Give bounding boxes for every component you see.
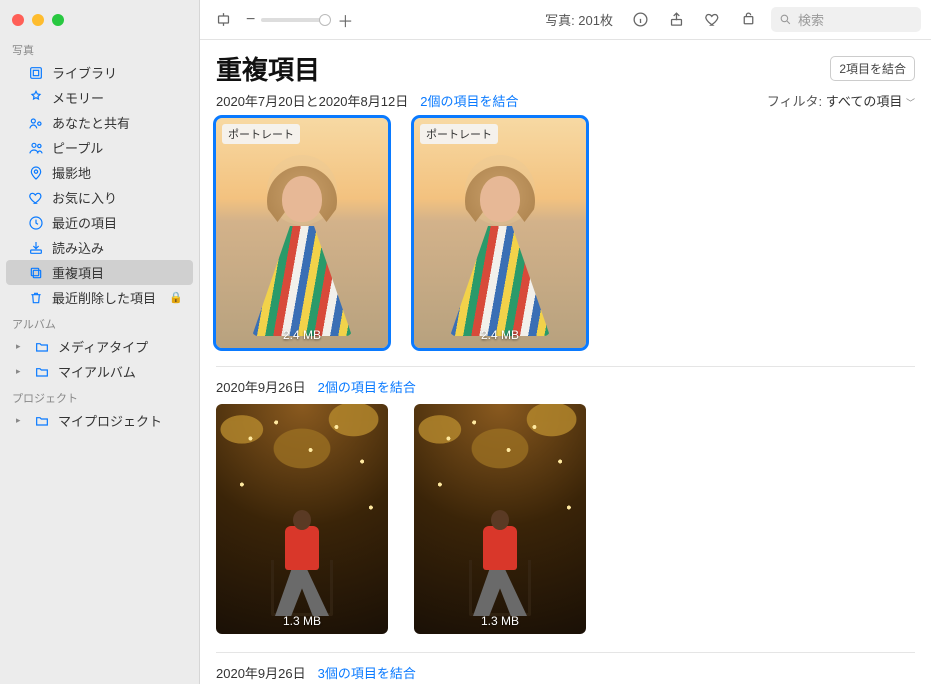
photo-thumbnail[interactable]: 1.3 MB [216,404,388,634]
merge-group-link[interactable]: 2個の項目を結合 [420,91,518,110]
content-area: 重複項目 2項目を結合 2020年7月20日と2020年8月12日 2個の項目を結… [200,40,931,684]
photo-size: 2.4 MB [283,328,321,342]
sidebar-item-label: あなたと共有 [52,113,183,132]
photo-badge: ポートレート [222,124,300,144]
group-date-range: 2020年9月26日 [216,377,306,396]
info-icon[interactable] [627,7,653,33]
photo-thumbnail[interactable]: 1.3 MB [414,404,586,634]
zoom-slider[interactable]: − ＋ [246,8,353,32]
shared-icon [28,115,44,131]
photo-size: 2.4 MB [481,328,519,342]
sidebar-item-folder[interactable]: ▸ マイプロジェクト [6,408,193,433]
group-header: 2020年9月26日 3個の項目を結合 [216,663,915,682]
search-placeholder: 検索 [798,10,824,29]
merge-all-button[interactable]: 2項目を結合 [830,56,915,81]
zoom-minus[interactable]: − [246,11,255,29]
zoom-plus[interactable]: ＋ [337,8,353,32]
sidebar-section-label: 写真 [0,36,199,60]
divider [216,652,915,653]
lock-icon: 🔒 [169,291,183,304]
filter-control[interactable]: フィルタ: すべての項目 ﹀ [767,91,915,110]
photo-thumbnail[interactable]: ポートレート 2.4 MB [414,118,586,348]
chevron-right-icon: ▸ [16,415,26,426]
sidebar-item-label: 撮影地 [52,163,183,182]
import-icon [28,240,44,256]
group-date-range: 2020年7月20日と2020年8月12日 [216,91,408,110]
people-icon [28,140,44,156]
recent-icon [28,215,44,231]
memories-icon [28,90,44,106]
favorite-icon[interactable] [699,7,725,33]
sidebar-item-places[interactable]: 撮影地 [6,160,193,185]
sidebar-item-people[interactable]: ピープル [6,135,193,160]
sidebar-item-label: 読み込み [52,238,183,257]
sidebar-item-label: 重複項目 [52,263,183,282]
sidebar-item-label: ピープル [52,138,183,157]
duplicate-icon [28,265,44,281]
merge-group-link[interactable]: 3個の項目を結合 [318,663,416,682]
chevron-down-icon: ﹀ [906,98,915,108]
app-window: 写真ライブラリメモリーあなたと共有ピープル撮影地お気に入り最近の項目読み込み重複… [0,0,931,684]
sidebar-item-label: お気に入り [52,188,183,207]
merge-group-link[interactable]: 2個の項目を結合 [318,377,416,396]
photo-size: 1.3 MB [481,614,519,628]
sidebar-item-memories[interactable]: メモリー [6,85,193,110]
toolbar: − ＋ 写真: 201枚 検索 [200,0,931,40]
aspect-icon[interactable] [210,7,236,33]
library-icon [28,65,44,81]
page-title: 重複項目 [216,50,320,87]
window-controls [0,8,199,36]
sidebar-item-import[interactable]: 読み込み [6,235,193,260]
folder-icon [34,364,50,380]
folder-icon [34,339,50,355]
filter-value: すべての項目 [826,94,903,109]
sidebar: 写真ライブラリメモリーあなたと共有ピープル撮影地お気に入り最近の項目読み込み重複… [0,0,200,684]
photo-thumbnail[interactable]: ポートレート 2.4 MB [216,118,388,348]
thumbnail-row: ポートレート 2.4 MB ポートレート 2.4 MB [216,118,915,348]
fullscreen-window-button[interactable] [52,14,64,26]
close-window-button[interactable] [12,14,24,26]
divider [216,366,915,367]
photo-count: 写真: 201枚 [545,10,613,29]
sidebar-section-label: プロジェクト [0,384,199,408]
search-icon [779,13,792,26]
minimize-window-button[interactable] [32,14,44,26]
sidebar-item-trash[interactable]: 最近削除した項目 🔒 [6,285,193,310]
sidebar-item-label: ライブラリ [52,63,183,82]
sidebar-item-folder[interactable]: ▸ マイアルバム [6,359,193,384]
group-date-range: 2020年9月26日 [216,663,306,682]
photo-badge: ポートレート [420,124,498,144]
sidebar-item-shared[interactable]: あなたと共有 [6,110,193,135]
photo-size: 1.3 MB [283,614,321,628]
thumbnail-row: 1.3 MB 1.3 MB [216,404,915,634]
sidebar-item-label: 最近の項目 [52,213,183,232]
rotate-icon[interactable] [735,7,761,33]
sidebar-item-favorite[interactable]: お気に入り [6,185,193,210]
sidebar-item-folder[interactable]: ▸ メディアタイプ [6,334,193,359]
sidebar-section-label: アルバム [0,310,199,334]
places-icon [28,165,44,181]
sidebar-item-label: メディアタイプ [58,337,183,356]
search-field[interactable]: 検索 [771,7,921,32]
sidebar-item-recent[interactable]: 最近の項目 [6,210,193,235]
sidebar-item-label: マイプロジェクト [58,411,183,430]
group-header: 2020年9月26日 2個の項目を結合 [216,377,915,396]
chevron-right-icon: ▸ [16,341,26,352]
sidebar-item-duplicate[interactable]: 重複項目 [6,260,193,285]
trash-icon [28,290,44,306]
sidebar-item-library[interactable]: ライブラリ [6,60,193,85]
share-icon[interactable] [663,7,689,33]
chevron-right-icon: ▸ [16,366,26,377]
group-header: 2020年7月20日と2020年8月12日 2個の項目を結合 フィルタ: すべての項… [216,91,915,110]
favorite-icon [28,190,44,206]
sidebar-item-label: メモリー [52,88,183,107]
main-area: − ＋ 写真: 201枚 検索 重複項目 2項目を結合 2020年7月20日と2… [200,0,931,684]
sidebar-item-label: 最近削除した項目 [52,288,161,307]
sidebar-item-label: マイアルバム [58,362,183,381]
folder-icon [34,413,50,429]
